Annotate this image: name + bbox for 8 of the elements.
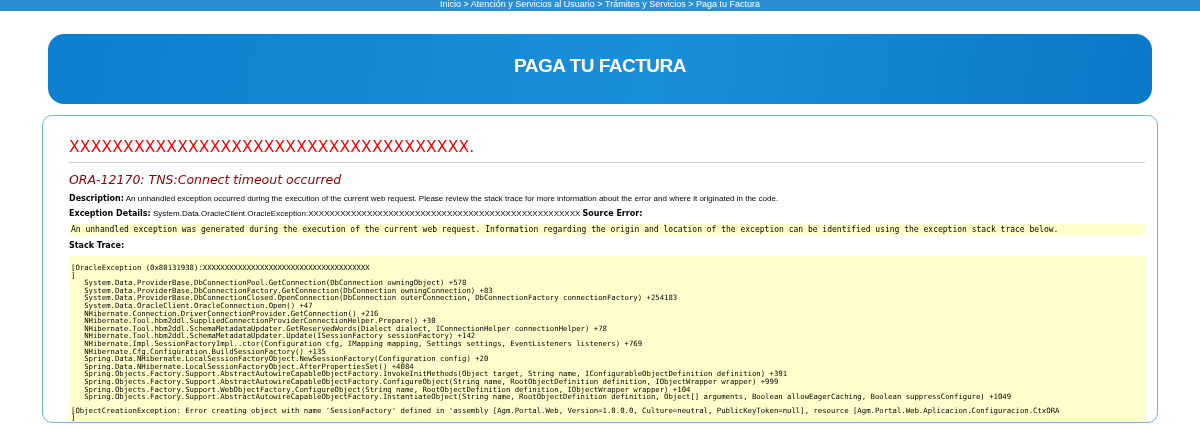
page-title: PAGA TU FACTURA xyxy=(514,55,686,77)
exception-details-text: Exception Details: System.Data.OracleClient.OracleException:XXXXXXXXXXXXXXXXXXXXXXXXXXXXXXXXXXXXXXXXXXXXXXXXXXX Source Error: xyxy=(69,209,644,218)
error-heading: XXXXXXXXXXXXXXXXXXXXXXXXXXXXXXXXXXXXX. xyxy=(69,138,476,156)
stack-trace-label: Stack Trace: xyxy=(69,241,126,250)
source-error-text: An unhandled exception was generated during the execution of the current web request. Information regarding the origin and location of the exception can be identified using the exception stack trace below. xyxy=(69,224,1145,235)
description-text: Description: An unhandled exception occurred during the execution of the current web request. Please review the stack trace for more information about the error and where it originated in the code. xyxy=(69,194,780,203)
breadcrumb[interactable]: Inicio > Atención y Servicios al Usuario > Trámites y Servicios > Paga tu Factura xyxy=(440,0,760,9)
error-message: ORA-12170: TNS:Connect timeout occurred xyxy=(69,172,343,187)
